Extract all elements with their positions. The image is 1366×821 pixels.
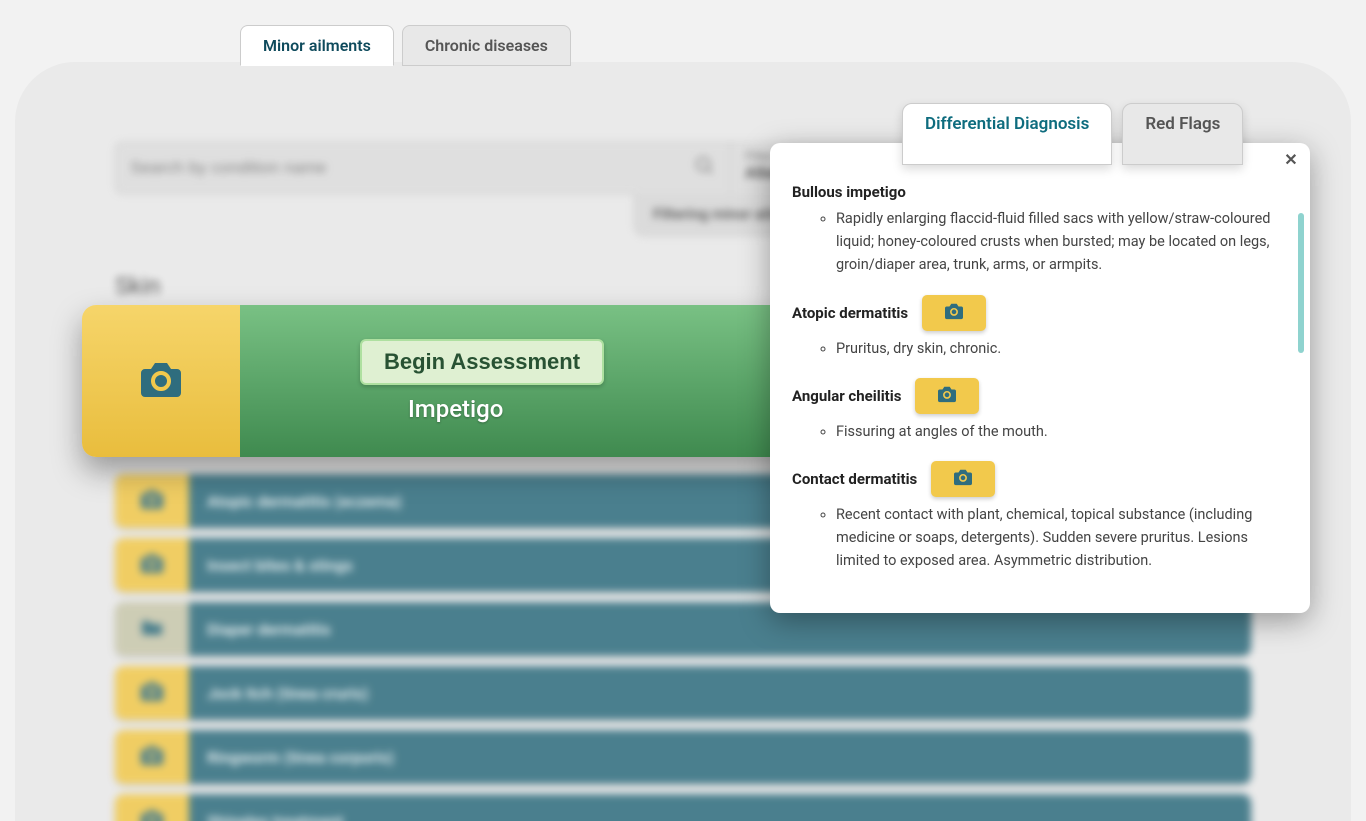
condition-label: Jock itch (tinea cruris) — [189, 666, 1251, 720]
folder-icon — [139, 617, 165, 641]
condition-row[interactable]: Jock itch (tinea cruris) — [115, 666, 1251, 720]
row-icon-cell[interactable] — [115, 538, 189, 592]
tab-red-flags[interactable]: Red Flags — [1122, 103, 1243, 165]
scrollbar-thumb[interactable] — [1298, 213, 1304, 353]
tab-chronic-diseases[interactable]: Chronic diseases — [402, 25, 571, 66]
camera-icon — [138, 488, 166, 514]
differential-diagnosis-popover: Differential Diagnosis Red Flags ✕ Bullo… — [770, 143, 1310, 613]
camera-icon — [138, 808, 166, 821]
diagnosis-item: Bullous impetigo Rapidly enlarging flacci… — [792, 183, 1288, 277]
row-icon-cell[interactable] — [115, 794, 189, 821]
diagnosis-description: Pruritus, dry skin, chronic. — [836, 337, 1288, 360]
camera-icon — [952, 468, 974, 490]
begin-assessment-button[interactable]: Begin Assessment — [360, 339, 604, 385]
camera-icon — [137, 359, 185, 403]
diagnosis-title: Angular cheilitis — [792, 387, 901, 405]
row-icon-cell[interactable] — [115, 474, 189, 528]
camera-icon — [943, 302, 965, 324]
search-icon — [694, 155, 716, 182]
diagnosis-description: Rapidly enlarging flaccid-fluid filled s… — [836, 207, 1288, 277]
diagnosis-title: Contact dermatitis — [792, 470, 917, 488]
camera-icon — [138, 744, 166, 770]
camera-icon — [936, 385, 958, 407]
tab-differential-diagnosis[interactable]: Differential Diagnosis — [902, 103, 1112, 165]
diagnosis-body: Bullous impetigo Rapidly enlarging flacci… — [770, 183, 1310, 613]
diagnosis-title: Atopic dermatitis — [792, 304, 908, 322]
diagnosis-title: Bullous impetigo — [792, 183, 906, 201]
diagnosis-item: Contact dermatitis Recent contact with pl… — [792, 461, 1288, 573]
row-icon-cell[interactable] — [115, 602, 189, 656]
close-icon[interactable]: ✕ — [1280, 148, 1302, 170]
diagnosis-image-button[interactable] — [922, 295, 986, 331]
condition-label: Ringworm (tinea corporis) — [189, 730, 1251, 784]
search-box — [116, 143, 730, 193]
diagnosis-image-button[interactable] — [931, 461, 995, 497]
row-icon-cell[interactable] — [115, 666, 189, 720]
diagnosis-item: Angular cheilitis Fissuring at angles of … — [792, 378, 1288, 443]
condition-label: Shingles treatment — [189, 794, 1251, 821]
category-tabs: Minor ailments Chronic diseases — [240, 25, 571, 66]
search-input[interactable] — [130, 158, 657, 178]
diagnosis-tabs: Differential Diagnosis Red Flags — [902, 103, 1243, 165]
diagnosis-item: Atopic dermatitis Pruritus, dry skin, chr… — [792, 295, 1288, 360]
row-icon-cell[interactable] — [115, 730, 189, 784]
camera-icon — [138, 552, 166, 578]
tab-minor-ailments[interactable]: Minor ailments — [240, 25, 394, 66]
diagnosis-description: Fissuring at angles of the mouth. — [836, 420, 1288, 443]
camera-icon — [138, 680, 166, 706]
active-condition-title: Impetigo — [408, 395, 503, 423]
active-card-icon-cell[interactable] — [82, 305, 240, 457]
condition-row[interactable]: Ringworm (tinea corporis) — [115, 730, 1251, 784]
diagnosis-description: Recent contact with plant, chemical, top… — [836, 503, 1288, 573]
condition-row[interactable]: Shingles treatment — [115, 794, 1251, 821]
diagnosis-image-button[interactable] — [915, 378, 979, 414]
